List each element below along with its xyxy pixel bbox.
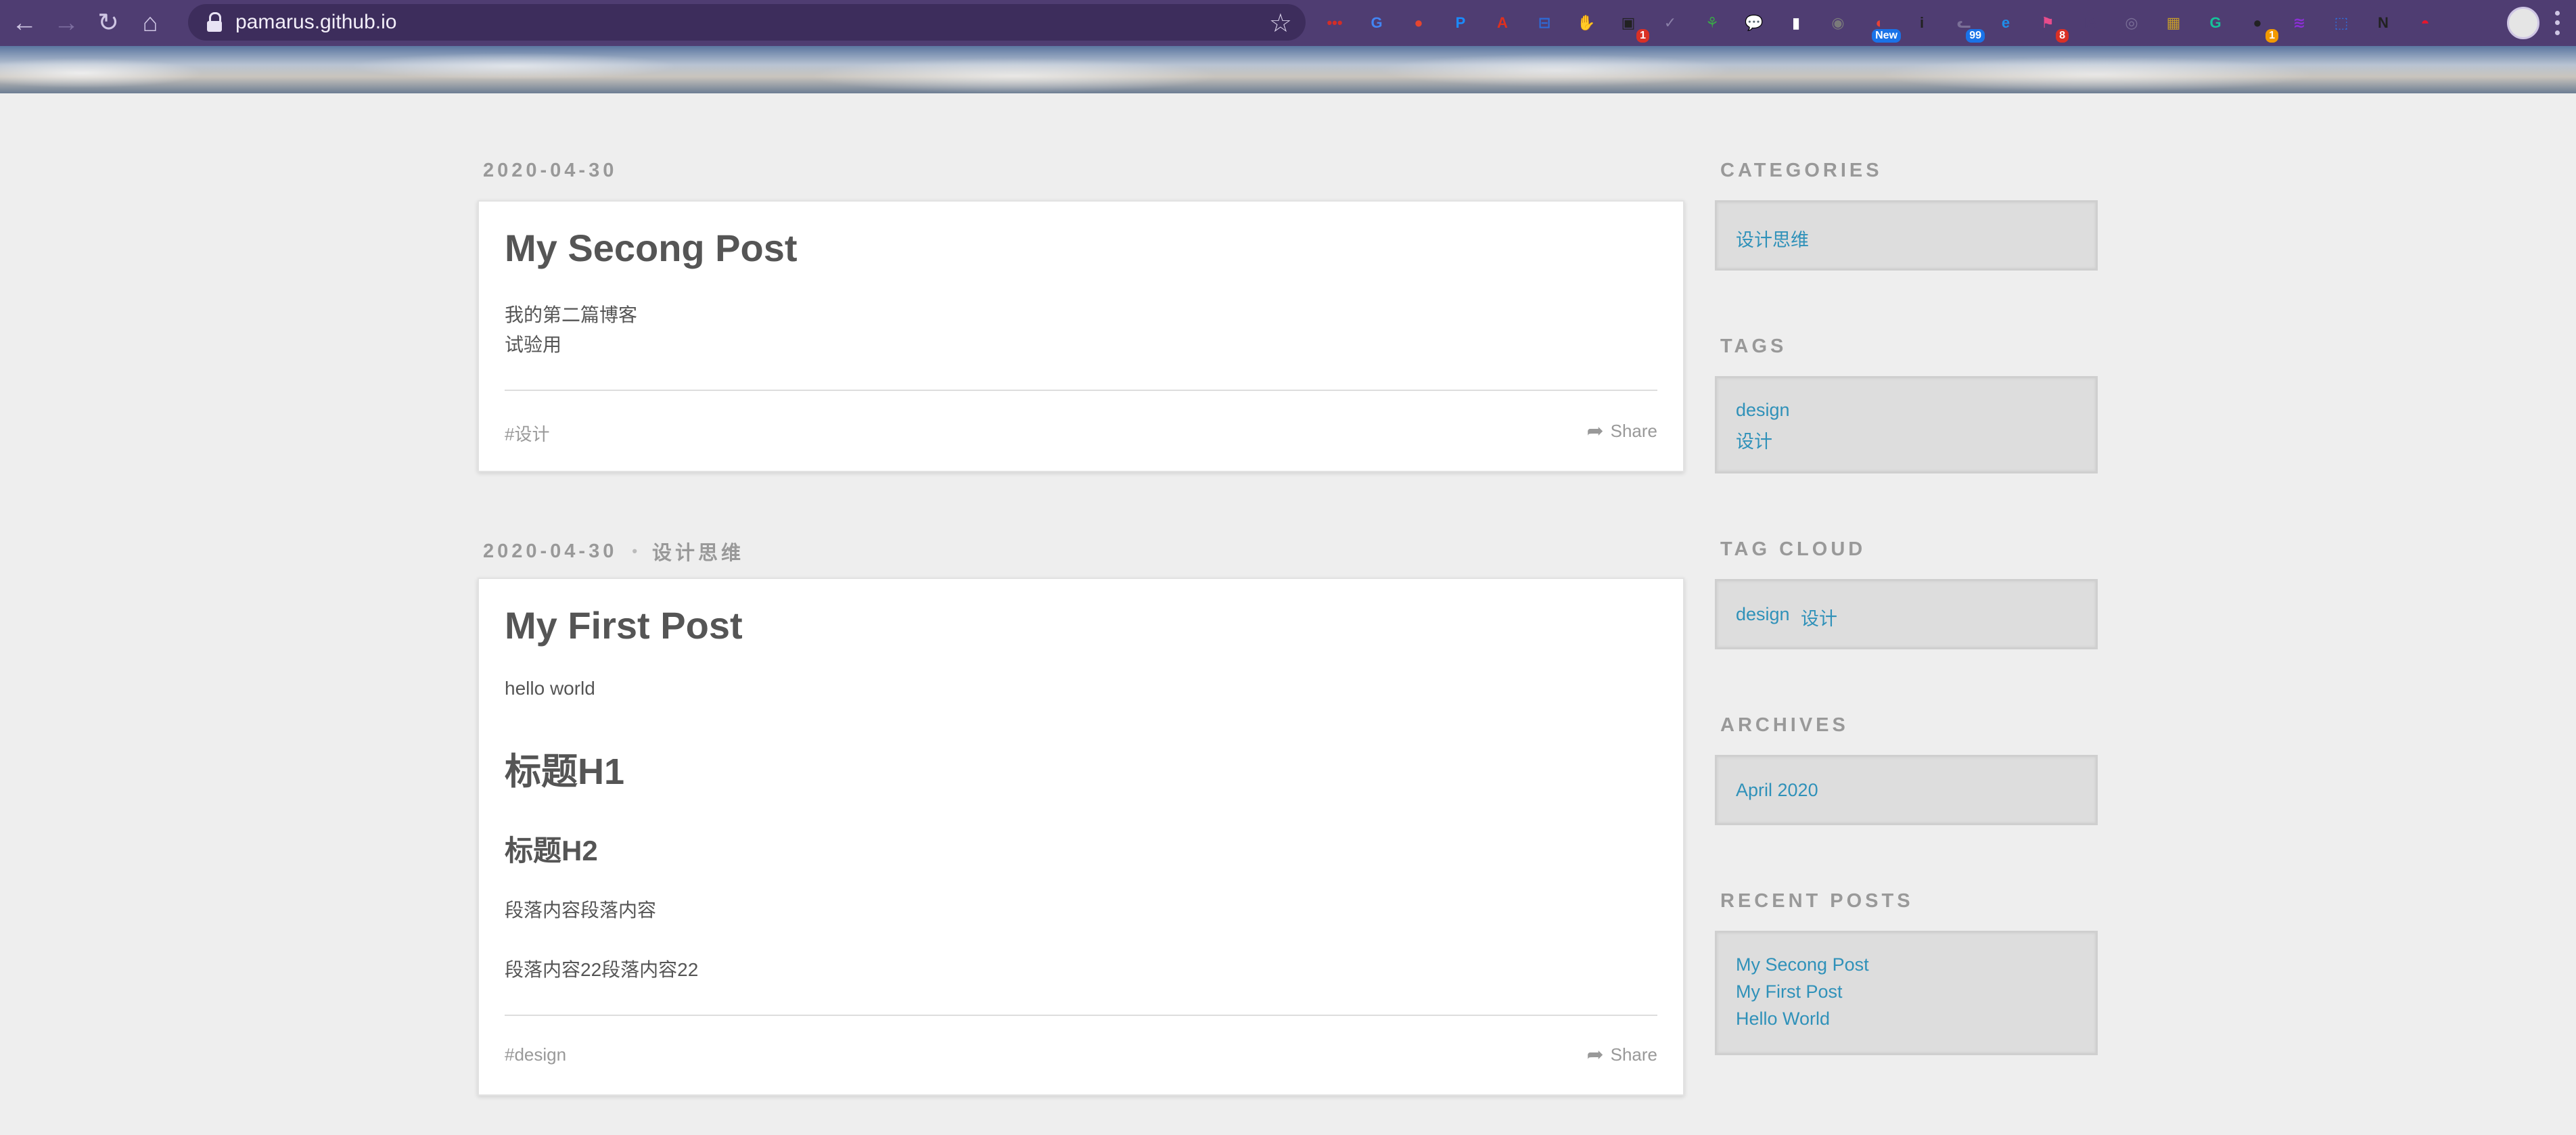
share-arrow-icon: ➦ xyxy=(1586,1044,1604,1066)
browser-toolbar: ← → ↻ ⌂ pamarus.github.io ☆ ••• G ● P A ⊟ ✋ ▣ 1 ✓… xyxy=(0,0,2576,46)
share-button[interactable]: ➦ Share xyxy=(1586,419,1657,443)
post-tag-link[interactable]: #设计 xyxy=(505,421,549,446)
categories-widget: 设计思维 xyxy=(1715,200,2098,271)
tag-link[interactable]: 设计 xyxy=(1736,427,1772,453)
gallery-icon[interactable]: ▦ xyxy=(2158,7,2189,39)
extension-badge: New xyxy=(1872,29,1901,43)
back-button[interactable]: ← xyxy=(7,5,42,41)
archives-heading: ARCHIVES xyxy=(1720,714,1849,736)
screen-reader-icon[interactable]: ▣ 1 xyxy=(1613,7,1649,43)
adblock-hand-icon[interactable]: ✋ xyxy=(1571,7,1602,39)
recent-post-link[interactable]: My First Post xyxy=(1736,981,1843,1002)
post-excerpt-line: 试验用 xyxy=(505,334,562,355)
post-paragraph: hello world xyxy=(505,678,595,699)
crop-icon[interactable]: ⬚ xyxy=(2326,7,2357,39)
google-translate-icon[interactable]: G xyxy=(1361,7,1392,39)
1password-icon[interactable]: P xyxy=(1445,7,1476,39)
dark-circle-icon[interactable]: ● 1 xyxy=(2242,7,2278,43)
grammarly-icon[interactable]: G xyxy=(2200,7,2231,39)
acrobat-icon[interactable]: A xyxy=(1487,7,1518,39)
profile-avatar[interactable] xyxy=(2507,7,2539,39)
meta-separator: • xyxy=(632,542,638,559)
url-text[interactable]: pamarus.github.io xyxy=(235,11,396,34)
bookmark-icon[interactable]: ▮ xyxy=(1780,7,1812,39)
lastpass-icon[interactable]: ••• xyxy=(1319,7,1350,39)
post-date[interactable]: 2020-04-30 xyxy=(483,540,617,563)
extensions-bar: ••• G ● P A ⊟ ✋ ▣ 1 ✓ ⚘ 💬 ▮ ◉ ◐ New i ᓚ 99 e ⚑ 8 IA ◎ ▦ G ● 1 ≋ ⬚ N ◓ xyxy=(1319,7,2441,43)
archives-widget: April 2020 xyxy=(1715,755,2098,825)
extension-badge: 1 xyxy=(1636,29,1649,43)
post-category-link[interactable]: 设计思维 xyxy=(652,537,744,565)
extension-badge: 1 xyxy=(2266,29,2278,43)
post-date[interactable]: 2020-04-30 xyxy=(483,160,617,182)
post-paragraph: 段落内容22段落内容22 xyxy=(505,959,699,980)
maps-pin-icon[interactable]: ● xyxy=(1403,7,1434,39)
tag-cloud-widget: design 设计 xyxy=(1715,579,2098,649)
arrow-right-icon: → xyxy=(53,9,79,37)
recent-post-link[interactable]: Hello World xyxy=(1736,1009,1830,1029)
tag-cloud-link[interactable]: 设计 xyxy=(1801,604,1837,630)
plant-icon[interactable]: ⚘ xyxy=(1697,7,1728,39)
post-meta: 2020-04-30 • 设计思维 xyxy=(483,537,744,565)
chrome-new-icon[interactable]: ◐ New xyxy=(1864,7,1901,43)
post-title[interactable]: My First Post xyxy=(505,603,743,647)
post-divider xyxy=(505,1015,1657,1016)
reload-icon: ↻ xyxy=(97,9,119,37)
post-card: My Secong Post 我的第二篇博客 试验用 #设计 ➦ Share xyxy=(478,200,1684,472)
post-meta: 2020-04-30 xyxy=(483,160,617,182)
browser-menu-icon[interactable] xyxy=(2554,8,2560,38)
clip-icon[interactable]: ◎ xyxy=(2116,7,2147,39)
share-label: Share xyxy=(1610,1044,1657,1065)
tag-link[interactable]: design xyxy=(1736,400,1790,421)
flag-icon[interactable]: ⚑ 8 xyxy=(2032,7,2069,43)
post-heading-h2: 标题H2 xyxy=(505,835,598,866)
edge-icon[interactable]: e xyxy=(1990,7,2021,39)
wallet-icon[interactable]: ⊟ xyxy=(1529,7,1560,39)
weibo-icon[interactable]: ◓ xyxy=(2410,7,2441,39)
forward-button[interactable]: → xyxy=(49,5,84,41)
extension-badge: 8 xyxy=(2056,29,2069,43)
chat-bubble-icon[interactable]: 💬 xyxy=(1739,7,1770,39)
checkmark-icon[interactable]: ✓ xyxy=(1655,7,1686,39)
cat-icon[interactable]: ᓚ 99 xyxy=(1948,7,1985,43)
recent-posts-widget: My Secong Post My First Post Hello World xyxy=(1715,931,2098,1055)
share-label: Share xyxy=(1610,421,1657,441)
arrow-left-icon: ← xyxy=(12,9,37,37)
recent-posts-heading: RECENT POSTS xyxy=(1720,890,1914,912)
post-divider xyxy=(505,390,1657,391)
recent-post-link[interactable]: My Secong Post xyxy=(1736,954,1869,975)
tag-cloud-heading: TAG CLOUD xyxy=(1720,538,1866,560)
reload-button[interactable]: ↻ xyxy=(91,5,126,41)
tags-widget: design 设计 xyxy=(1715,376,2098,473)
info-icon[interactable]: i xyxy=(1906,7,1937,39)
tag-cloud-link[interactable]: design xyxy=(1736,604,1790,625)
bookmark-star-icon[interactable]: ☆ xyxy=(1269,8,1292,39)
purple-app-icon[interactable]: ≋ xyxy=(2284,7,2315,39)
post-tag-link[interactable]: #design xyxy=(505,1044,566,1065)
ia-icon[interactable]: IA xyxy=(2074,7,2105,39)
post-title[interactable]: My Secong Post xyxy=(505,226,798,270)
post-paragraph: 段落内容段落内容 xyxy=(505,900,657,921)
post-card: My First Post hello world 标题H1 标题H2 段落内容… xyxy=(478,578,1684,1096)
home-button[interactable]: ⌂ xyxy=(133,5,168,41)
notion-icon[interactable]: N xyxy=(2368,7,2399,39)
home-icon: ⌂ xyxy=(142,9,158,37)
post-excerpt-line: 我的第二篇博客 xyxy=(505,304,638,325)
address-bar[interactable]: pamarus.github.io ☆ xyxy=(188,4,1306,41)
lock-icon xyxy=(206,12,223,32)
share-button[interactable]: ➦ Share xyxy=(1586,1043,1657,1067)
extension-badge: 99 xyxy=(1966,29,1985,43)
header-banner-image xyxy=(0,46,2576,93)
archive-link[interactable]: April 2020 xyxy=(1736,780,1818,801)
post-heading-h1: 标题H1 xyxy=(505,751,625,792)
categories-heading: CATEGORIES xyxy=(1720,160,1883,181)
tags-heading: TAGS xyxy=(1720,335,1787,357)
share-arrow-icon: ➦ xyxy=(1586,420,1604,442)
camera-icon[interactable]: ◉ xyxy=(1822,7,1854,39)
category-link[interactable]: 设计思维 xyxy=(1736,225,1809,252)
